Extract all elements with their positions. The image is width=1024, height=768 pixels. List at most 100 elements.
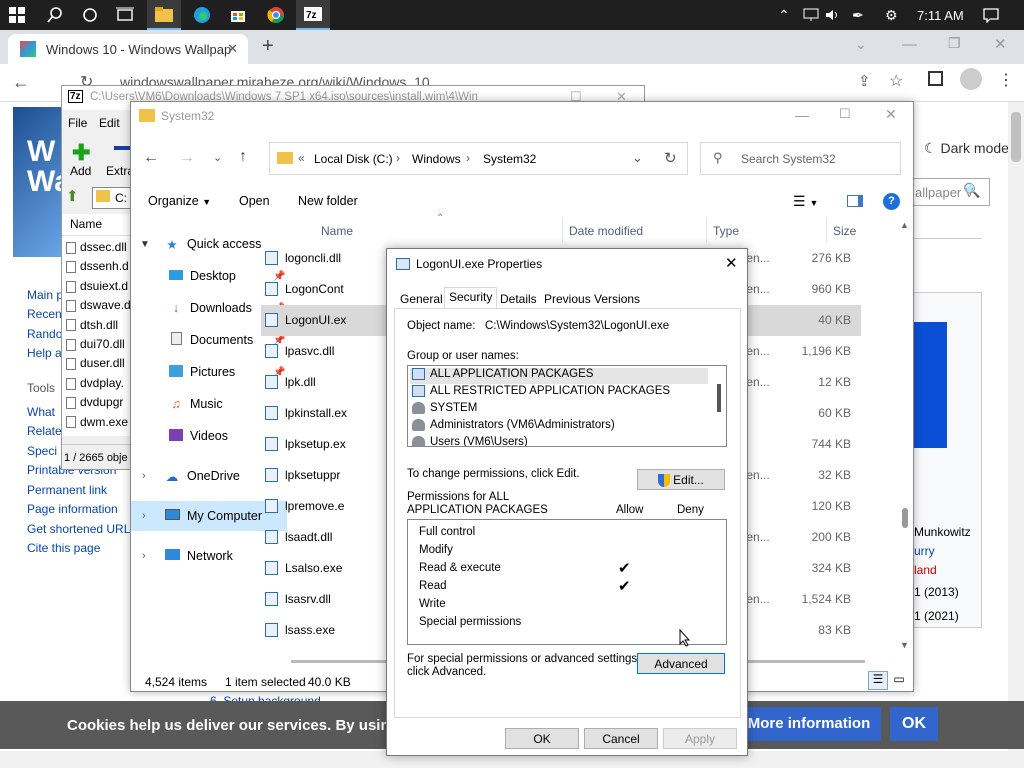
tab-search-icon[interactable]: ⌄: [855, 36, 867, 53]
minimize-icon[interactable]: —: [902, 36, 917, 53]
7zip-file-row[interactable]: dssenh.d: [66, 259, 129, 273]
address-refresh-icon[interactable]: ↻: [664, 149, 677, 167]
breadcrumb-local-disk[interactable]: Local Disk (C:): [314, 152, 393, 166]
explorer-up-icon[interactable]: ↑: [239, 148, 247, 166]
tab-details[interactable]: Details: [496, 290, 541, 309]
col-divider[interactable]: [706, 217, 707, 243]
chrome-icon[interactable]: [259, 0, 293, 30]
view-options-icon[interactable]: ☰ ▼: [793, 193, 818, 210]
volume-icon[interactable]: [825, 0, 841, 30]
7zip-menu-edit[interactable]: Edit: [99, 116, 120, 130]
7zip-file-row[interactable]: duser.dll: [66, 356, 125, 370]
search-icon[interactable]: [38, 0, 72, 30]
7zip-file-row[interactable]: dvdplay.: [66, 376, 124, 390]
breadcrumb-sep2-icon[interactable]: ›: [466, 151, 470, 165]
7zip-menu-file[interactable]: File: [68, 116, 87, 130]
bookmark-star-icon[interactable]: ☆: [889, 71, 903, 91]
page-scrollbar[interactable]: [1008, 102, 1024, 768]
cookie-ok-button[interactable]: OK: [890, 707, 938, 741]
sidebar-link-random[interactable]: Rando: [27, 327, 62, 341]
tools-link-page-info[interactable]: Page information: [27, 502, 118, 516]
help-icon[interactable]: ?: [883, 193, 900, 210]
network-icon[interactable]: [803, 0, 819, 30]
breadcrumb-system32[interactable]: System32: [483, 152, 536, 166]
7zip-file-row[interactable]: dswave.d: [66, 298, 131, 312]
apply-button[interactable]: Apply: [663, 728, 737, 749]
start-icon[interactable]: [0, 0, 34, 30]
tab-previous-versions[interactable]: Previous Versions: [540, 290, 644, 309]
explorer-close-icon[interactable]: ✕: [885, 106, 897, 123]
more-info-button[interactable]: More information: [737, 707, 881, 741]
edit-button[interactable]: Edit...: [637, 469, 725, 490]
tools-link-what[interactable]: What: [27, 405, 55, 419]
menu-icon[interactable]: ⋮: [998, 70, 1014, 90]
wiki-search-icon[interactable]: 🔍: [963, 182, 980, 199]
infobox-link-land[interactable]: land: [914, 563, 937, 577]
details-view-icon[interactable]: ☰: [868, 671, 888, 690]
7zip-file-row[interactable]: dssec.dll: [66, 240, 127, 254]
browser-tab[interactable]: Windows 10 - Windows Wallpap ✕: [8, 34, 248, 64]
infobox-link-urry[interactable]: urry: [914, 544, 935, 558]
profile-avatar[interactable]: [960, 68, 982, 90]
preview-pane-icon[interactable]: [847, 195, 863, 207]
close-icon[interactable]: ✕: [994, 35, 1007, 53]
explorer-forward-icon[interactable]: →: [179, 149, 195, 167]
col-type[interactable]: Type: [713, 224, 739, 238]
explorer-minimize-icon[interactable]: —: [795, 107, 809, 123]
sidebar-link-main[interactable]: Main p: [27, 288, 63, 302]
explorer-search-input[interactable]: ⚲ Search System32: [700, 142, 901, 175]
large-icons-view-icon[interactable]: ▭: [891, 672, 907, 688]
back-icon[interactable]: ←: [12, 72, 30, 93]
7zip-file-row[interactable]: dtsh.dll: [66, 318, 118, 332]
7zip-file-row[interactable]: dwm.exe: [66, 415, 128, 429]
tab-close-icon[interactable]: ✕: [227, 41, 238, 57]
clock[interactable]: 7:11 AM: [917, 0, 964, 30]
7zip-add-button[interactable]: Add: [70, 164, 91, 178]
group-item[interactable]: SYSTEM: [412, 402, 477, 414]
col-size[interactable]: Size: [833, 224, 856, 238]
notification-icon[interactable]: [983, 0, 999, 30]
tray-chevron-icon[interactable]: ⌃: [778, 0, 790, 30]
dialog-close-icon[interactable]: ✕: [725, 254, 738, 272]
sidebar-link-help[interactable]: Help a: [27, 346, 62, 360]
new-folder-button[interactable]: New folder: [298, 194, 358, 208]
restore-icon[interactable]: ❐: [948, 35, 961, 52]
address-bar[interactable]: « Local Disk (C:) › Windows › System32 ⌄…: [269, 142, 688, 175]
share-icon[interactable]: ⇪: [858, 72, 871, 90]
explorer-maximize-icon[interactable]: ☐: [839, 106, 851, 122]
sidebar-link-recent[interactable]: Recen: [27, 307, 62, 321]
add-icon[interactable]: ✚: [72, 140, 90, 166]
cortana-icon[interactable]: [73, 0, 107, 30]
7zip-file-row[interactable]: dsuiext.d: [66, 279, 128, 293]
7zip-column-header[interactable]: Name: [62, 214, 132, 236]
cancel-button[interactable]: Cancel: [584, 728, 658, 749]
tab-security[interactable]: Security: [444, 287, 498, 309]
advanced-button[interactable]: Advanced: [637, 653, 725, 674]
open-button[interactable]: Open: [239, 194, 270, 208]
group-item[interactable]: ALL RESTRICTED APPLICATION PACKAGES: [412, 385, 670, 397]
pen-icon[interactable]: ✒: [852, 0, 864, 30]
group-item[interactable]: Administrators (VM6\Administrators): [412, 419, 615, 431]
tools-link-special[interactable]: Speci: [27, 444, 57, 458]
col-date[interactable]: Date modified: [569, 224, 643, 238]
site-logo[interactable]: W Wa: [13, 107, 71, 257]
explorer-back-icon[interactable]: ←: [143, 149, 159, 167]
dark-mode-toggle[interactable]: ☾ Dark mode: [924, 140, 1009, 157]
tools-link-related[interactable]: Relate: [27, 424, 62, 438]
breadcrumb-windows[interactable]: Windows: [412, 152, 461, 166]
new-tab-icon[interactable]: +: [262, 35, 274, 58]
organize-button[interactable]: Organize ▼: [148, 194, 211, 208]
tools-link-shortened-url[interactable]: Get shortened URL: [27, 522, 130, 536]
up-folder-icon[interactable]: ⬆: [66, 187, 79, 205]
store-icon[interactable]: [221, 0, 255, 30]
tools-link-permanent[interactable]: Permanent link: [27, 483, 107, 497]
side-panel-icon[interactable]: [928, 71, 943, 86]
file-list-scrollbar[interactable]: ▲ ▼: [899, 220, 911, 652]
breadcrumb-sep-icon[interactable]: ›: [396, 151, 400, 165]
group-list-scrollbar[interactable]: [714, 366, 726, 446]
7zip-file-row[interactable]: dui70.dll: [66, 337, 125, 351]
settings-icon[interactable]: ⚙: [885, 0, 898, 30]
7zip-taskbar-icon[interactable]: 7z: [296, 0, 330, 30]
7zip-file-row[interactable]: dvdupgr: [66, 395, 123, 409]
tools-link-cite[interactable]: Cite this page: [27, 541, 100, 555]
